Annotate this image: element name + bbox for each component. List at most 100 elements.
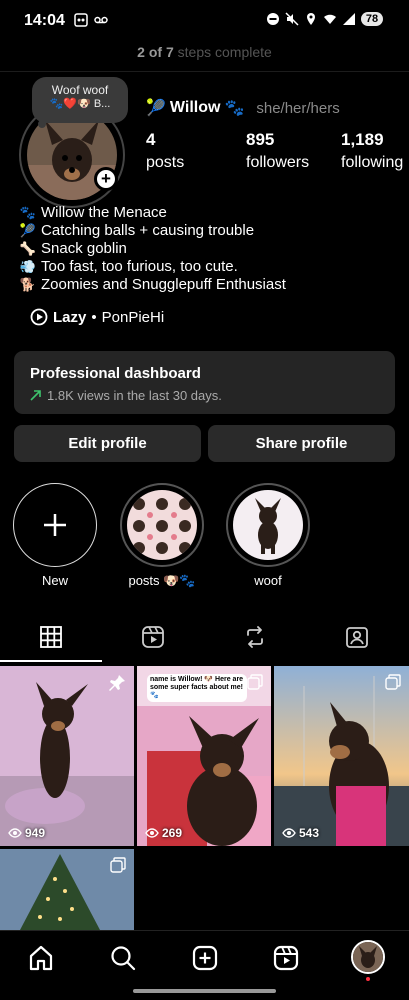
bio-emoji: 🐾 <box>19 205 37 220</box>
highlight-new[interactable]: New <box>10 483 100 588</box>
highlight-cover-image <box>233 490 303 560</box>
avatar <box>353 942 383 972</box>
followers-stat[interactable]: 895 followers <box>246 130 341 172</box>
edit-profile-button[interactable]: Edit profile <box>14 425 201 462</box>
wifi-icon <box>324 14 336 24</box>
bio-emoji: 💨 <box>19 259 37 274</box>
paw-emoji: 🐾 <box>224 100 245 117</box>
post-views: 543 <box>282 826 319 840</box>
tab-grid[interactable] <box>0 612 102 662</box>
username-row: 🎾 Willow 🐾 she/her/hers <box>146 98 340 118</box>
dashboard-subtitle-row: 1.8K views in the last 30 days. <box>30 388 379 403</box>
active-tab-indicator <box>0 660 102 662</box>
nav-profile-avatar[interactable] <box>351 940 385 974</box>
highlight-ring <box>120 483 204 567</box>
voicemail-icon <box>94 16 108 24</box>
bio-text: Willow the Menace <box>41 204 167 221</box>
gesture-home-bar[interactable] <box>133 989 276 993</box>
following-stat[interactable]: 1,189 following <box>341 130 409 172</box>
highlight-ring <box>226 483 310 567</box>
highlight-label: posts 🐶🐾 <box>128 573 196 588</box>
view-count: 269 <box>162 826 183 840</box>
nav-reels[interactable] <box>271 943 301 973</box>
pronouns: she/her/hers <box>256 99 340 117</box>
pin-icon <box>109 675 125 691</box>
steps-text: steps complete <box>173 44 272 60</box>
posts-stat[interactable]: 4 posts <box>146 130 246 172</box>
play-circle-icon <box>30 308 48 326</box>
add-story-button[interactable]: + <box>94 167 118 191</box>
highlight-woof[interactable]: woof <box>223 483 313 588</box>
grid-post[interactable]: 949 <box>0 666 134 846</box>
bio-line: 💨 Too fast, too furious, too cute. <box>19 258 286 276</box>
following-label: following <box>341 154 404 171</box>
carousel-icon <box>247 674 263 690</box>
highlight-posts[interactable]: posts 🐶🐾 <box>117 483 207 589</box>
status-system-icons: 78 <box>266 12 383 26</box>
followers-count: 895 <box>246 130 275 149</box>
signal-icon <box>343 13 355 25</box>
profile-bio: 🐾 Willow the Menace 🎾 Catching balls + cau… <box>19 204 286 294</box>
nav-home[interactable] <box>26 943 56 973</box>
notification-dot <box>366 977 370 981</box>
following-count: 1,189 <box>341 130 384 149</box>
nav-create[interactable] <box>190 943 220 973</box>
music-artist: PonPieHi <box>101 308 165 326</box>
repost-icon <box>247 626 263 648</box>
tab-reels[interactable] <box>102 612 204 662</box>
grid-post[interactable]: 543 <box>274 666 409 846</box>
grid-icon <box>40 626 62 648</box>
status-time: 14:04 <box>24 12 65 29</box>
home-icon <box>29 945 53 971</box>
bio-emoji: 🎾 <box>19 223 37 238</box>
highlight-label: New <box>41 573 68 588</box>
bio-line: 🐾 Willow the Menace <box>19 204 286 222</box>
highlight-label: woof <box>254 573 282 588</box>
highlight-cover-image <box>127 490 197 560</box>
bio-line: 🎾 Catching balls + causing trouble <box>19 222 286 240</box>
bio-text: Snack goblin <box>41 240 127 257</box>
note-text: Woof woof <box>51 83 109 97</box>
mute-icon <box>285 12 299 26</box>
grid-post[interactable] <box>0 849 134 930</box>
bio-text: Zoomies and Snugglepuff Enthusiast <box>41 276 286 293</box>
location-icon <box>307 13 315 25</box>
posts-label: posts <box>146 154 185 171</box>
post-views: 949 <box>8 826 45 840</box>
professional-dashboard[interactable]: Professional dashboard 1.8K views in the… <box>14 351 395 414</box>
tagged-icon <box>346 627 368 648</box>
dashboard-subtitle: 1.8K views in the last 30 days. <box>47 388 222 403</box>
plus-icon <box>43 513 66 536</box>
new-highlight-circle <box>13 483 97 567</box>
divider <box>0 71 409 72</box>
bio-emoji: 🦴 <box>19 241 37 256</box>
view-count: 543 <box>299 826 320 840</box>
carousel-icon <box>385 674 401 690</box>
profile-music[interactable]: Lazy • PonPieHi <box>30 308 164 326</box>
status-bar: 14:04 78 <box>0 0 409 42</box>
eye-icon <box>282 828 296 838</box>
followers-label: followers <box>246 154 310 171</box>
bio-line: 🦴 Snack goblin <box>19 240 286 258</box>
bio-text: Too fast, too furious, too cute. <box>41 258 238 275</box>
reels-icon <box>142 626 164 648</box>
post-caption-overlay: name is Willow! 🐶 Here are some super fa… <box>147 674 247 702</box>
grid-post[interactable]: name is Willow! 🐶 Here are some super fa… <box>137 666 271 846</box>
bio-text: Catching balls + causing trouble <box>41 222 255 239</box>
eye-icon <box>145 828 159 838</box>
music-song: Lazy <box>53 308 87 326</box>
dashboard-title: Professional dashboard <box>30 365 201 382</box>
tab-tagged[interactable] <box>306 612 408 662</box>
profile-note-bubble[interactable]: Woof woof 🐾❤️🐶 B... <box>32 77 128 123</box>
post-image <box>0 666 134 846</box>
nav-search[interactable] <box>108 943 138 973</box>
view-count: 949 <box>25 826 46 840</box>
do-not-disturb-icon <box>267 13 279 25</box>
share-profile-button[interactable]: Share profile <box>208 425 395 462</box>
tab-reposts[interactable] <box>204 612 306 662</box>
carousel-icon <box>110 857 126 873</box>
music-separator: • <box>91 308 97 326</box>
post-image <box>274 666 409 846</box>
profile-steps-progress[interactable]: 2 of 7 steps complete <box>0 44 409 64</box>
trend-up-icon <box>30 390 41 401</box>
